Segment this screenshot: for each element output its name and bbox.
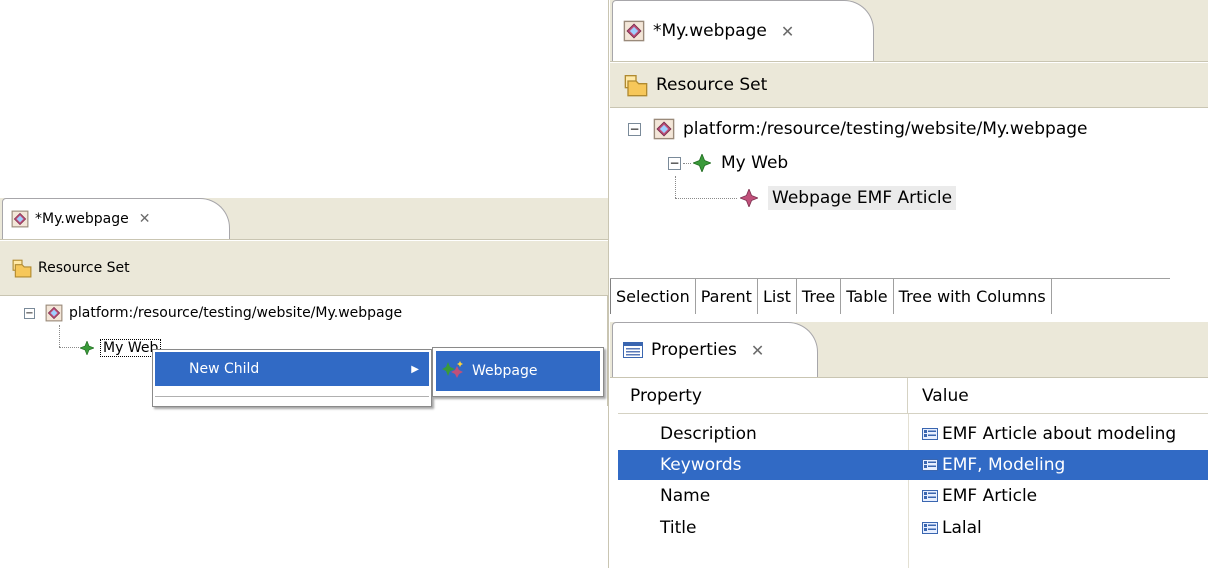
tab-tree-label: Tree — [801, 287, 836, 306]
property-value-icon — [922, 428, 938, 440]
left-tree-root-label: platform:/resource/testing/website/My.we… — [69, 305, 403, 321]
column-header-property-label: Property — [630, 386, 702, 406]
property-name: Keywords — [660, 455, 742, 475]
right-editor-tab[interactable]: *My.webpage ✕ — [612, 0, 874, 61]
tree-connector — [59, 347, 79, 348]
right-editor-tab-title: *My.webpage — [653, 21, 767, 41]
left-tree-child[interactable]: My Web — [80, 337, 162, 359]
property-value-icon — [922, 459, 938, 471]
property-name: Description — [660, 424, 757, 444]
webpage-model-icon — [623, 20, 645, 42]
close-icon[interactable]: ✕ — [751, 341, 764, 360]
column-header-value-label: Value — [922, 386, 969, 406]
menu-item-new-child[interactable]: New Child ▶ — [155, 352, 429, 386]
right-tree-root[interactable]: − platform:/resource/testing/website/My.… — [628, 116, 1088, 142]
resource-set-icon — [624, 73, 648, 97]
left-toolbar-label: Resource Set — [38, 260, 130, 276]
collapse-icon[interactable]: − — [668, 156, 681, 170]
right-tree-child-label: My Web — [721, 153, 789, 173]
close-icon[interactable]: ✕ — [781, 22, 794, 41]
close-icon[interactable]: ✕ — [139, 211, 151, 227]
webpage-node-icon — [740, 189, 758, 207]
tree-connector — [675, 176, 676, 198]
right-editor-tabstrip: *My.webpage ✕ — [610, 0, 1208, 62]
new-webpage-icon — [442, 361, 463, 378]
tree-connector — [59, 325, 60, 347]
web-node-icon — [693, 154, 711, 172]
property-value-icon — [922, 522, 938, 534]
left-editor-tabstrip: *My.webpage ✕ — [0, 198, 608, 240]
properties-tabstrip: Properties ✕ — [610, 322, 1208, 378]
property-value: EMF, Modeling — [942, 455, 1066, 475]
property-value: Lalal — [942, 518, 982, 538]
right-toolbar-label: Resource Set — [656, 75, 768, 95]
menu-item-webpage[interactable]: Webpage — [436, 351, 600, 391]
context-menu: New Child ▶ — [152, 349, 432, 407]
right-tree-grandchild[interactable]: Webpage EMF Article — [740, 184, 957, 212]
menu-item-new-child-label: New Child — [189, 361, 260, 377]
left-editor-tab-title: *My.webpage — [35, 211, 129, 227]
webpage-model-icon — [45, 304, 63, 322]
column-header-value[interactable]: Value — [908, 378, 1208, 414]
left-tree-root[interactable]: − platform:/resource/testing/website/My.… — [24, 302, 402, 324]
properties-icon — [623, 342, 643, 358]
properties-header: Property Value — [618, 378, 1208, 414]
tab-selection-label: Selection — [616, 287, 690, 306]
tab-selection[interactable]: Selection — [610, 279, 696, 314]
properties-tab[interactable]: Properties ✕ — [612, 322, 818, 377]
right-tree-root-label: platform:/resource/testing/website/My.we… — [683, 119, 1088, 139]
tree-connector — [683, 162, 691, 164]
left-editor-toolbar: Resource Set — [0, 240, 608, 296]
column-header-property[interactable]: Property — [618, 378, 908, 414]
tab-tree[interactable]: Tree — [797, 279, 842, 314]
property-row-name[interactable]: Name EMF Article — [618, 480, 1208, 512]
submenu-arrow-icon: ▶ — [411, 363, 419, 375]
property-value: EMF Article about modeling — [942, 424, 1177, 444]
editor-page-tabs: Selection Parent List Tree Table Tree wi… — [610, 278, 1170, 314]
tab-table[interactable]: Table — [841, 279, 894, 314]
menu-separator — [155, 396, 429, 397]
web-node-icon — [80, 341, 94, 355]
left-editor-tab[interactable]: *My.webpage ✕ — [2, 198, 230, 239]
tab-tree-with-columns-label: Tree with Columns — [898, 287, 1046, 306]
property-row-title[interactable]: Title Lalal — [618, 512, 1208, 544]
tab-list[interactable]: List — [758, 279, 797, 314]
tree-connector — [675, 198, 737, 199]
tab-tree-with-columns[interactable]: Tree with Columns — [894, 279, 1052, 314]
properties-table: Description EMF Article about modeling K… — [618, 414, 1208, 568]
tab-parent-label: Parent — [700, 287, 752, 306]
collapse-icon[interactable]: − — [628, 122, 641, 136]
property-row-keywords[interactable]: Keywords EMF, Modeling — [618, 450, 1208, 480]
tab-table-label: Table — [846, 287, 888, 306]
submenu: Webpage — [432, 347, 604, 397]
property-name: Name — [660, 486, 711, 506]
right-tree-grandchild-label: Webpage EMF Article — [768, 186, 957, 210]
resource-set-icon — [12, 258, 32, 278]
property-name: Title — [660, 518, 697, 538]
tab-list-label: List — [762, 287, 791, 306]
property-row-description[interactable]: Description EMF Article about modeling — [618, 418, 1208, 450]
webpage-model-icon — [653, 118, 675, 140]
right-editor-toolbar: Resource Set — [610, 62, 1208, 108]
property-value: EMF Article — [942, 486, 1038, 506]
property-value-icon — [922, 490, 938, 502]
collapse-icon[interactable]: − — [24, 307, 35, 319]
tab-parent[interactable]: Parent — [696, 279, 758, 314]
menu-item-webpage-label: Webpage — [472, 363, 538, 379]
webpage-model-icon — [11, 210, 29, 228]
right-tree-child[interactable]: − My Web — [668, 150, 788, 176]
properties-tab-title: Properties — [651, 340, 737, 360]
